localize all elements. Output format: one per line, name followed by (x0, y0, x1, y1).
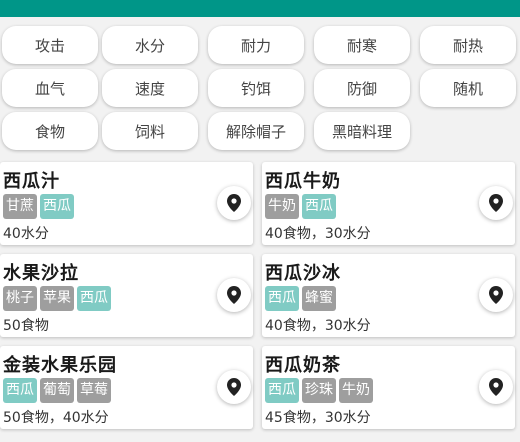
recipe-card[interactable]: 西瓜牛奶 牛奶 西瓜 40食物，30水分 (262, 162, 515, 245)
ingredient-tag: 西瓜 (40, 194, 74, 219)
recipe-effect: 45食物，30水分 (265, 410, 371, 426)
locate-button[interactable] (217, 278, 251, 312)
filter-chip-heat-resist[interactable]: 耐热 (420, 26, 516, 64)
filter-chip-stamina[interactable]: 耐力 (208, 26, 304, 64)
filter-chip-health[interactable]: 血气 (2, 69, 98, 107)
ingredient-tags: 西瓜 葡萄 草莓 (3, 378, 111, 403)
recipe-card[interactable]: 西瓜沙冰 西瓜 蜂蜜 40食物，30水分 (262, 254, 515, 337)
location-pin-icon (227, 378, 241, 396)
ingredient-tag: 珍珠 (302, 378, 336, 403)
recipe-effect: 50食物 (3, 318, 49, 334)
location-pin-icon (227, 194, 241, 212)
filter-chip-water[interactable]: 水分 (102, 26, 198, 64)
locate-button[interactable] (217, 186, 251, 220)
filter-chip-speed[interactable]: 速度 (102, 69, 198, 107)
recipe-name: 西瓜沙冰 (265, 263, 341, 284)
recipe-card[interactable]: 金装水果乐园 西瓜 葡萄 草莓 50食物，40水分 (0, 346, 253, 429)
ingredient-tags: 西瓜 珍珠 牛奶 (265, 378, 373, 403)
recipe-effect: 40水分 (3, 226, 49, 242)
ingredient-tag: 牛奶 (265, 194, 299, 219)
recipe-card[interactable]: 西瓜汁 甘蔗 西瓜 40水分 (0, 162, 253, 245)
ingredient-tag: 西瓜 (3, 378, 37, 403)
ingredient-tags: 甘蔗 西瓜 (3, 194, 74, 219)
filter-chip-cold-resist[interactable]: 耐寒 (314, 26, 410, 64)
ingredient-tag: 苹果 (40, 286, 74, 311)
recipe-name: 西瓜牛奶 (265, 171, 341, 192)
filter-chip-random[interactable]: 随机 (420, 69, 516, 107)
ingredient-tag: 西瓜 (265, 378, 299, 403)
recipe-name: 金装水果乐园 (3, 355, 117, 376)
ingredient-tags: 桃子 苹果 西瓜 (3, 286, 111, 311)
ingredient-tag: 西瓜 (302, 194, 336, 219)
location-pin-icon (227, 286, 241, 304)
filter-chip-feed[interactable]: 饲料 (102, 112, 198, 150)
recipe-card[interactable]: 水果沙拉 桃子 苹果 西瓜 50食物 (0, 254, 253, 337)
ingredient-tag: 蜂蜜 (302, 286, 336, 311)
recipe-name: 西瓜奶茶 (265, 355, 341, 376)
ingredient-tag: 西瓜 (77, 286, 111, 311)
ingredient-tags: 西瓜 蜂蜜 (265, 286, 336, 311)
ingredient-tag: 西瓜 (265, 286, 299, 311)
top-app-bar (0, 0, 520, 17)
location-pin-icon (489, 378, 503, 396)
ingredient-tag: 草莓 (77, 378, 111, 403)
filter-chip-dark-cuisine[interactable]: 黑暗料理 (314, 112, 410, 150)
locate-button[interactable] (479, 370, 513, 404)
ingredient-tag: 牛奶 (339, 378, 373, 403)
filter-chip-food[interactable]: 食物 (2, 112, 98, 150)
recipe-effect: 40食物，30水分 (265, 318, 371, 334)
location-pin-icon (489, 286, 503, 304)
ingredient-tag: 葡萄 (40, 378, 74, 403)
locate-button[interactable] (479, 278, 513, 312)
recipe-effect: 40食物，30水分 (265, 226, 371, 242)
recipe-card[interactable]: 西瓜奶茶 西瓜 珍珠 牛奶 45食物，30水分 (262, 346, 515, 429)
ingredient-tags: 牛奶 西瓜 (265, 194, 336, 219)
recipe-name: 西瓜汁 (3, 171, 60, 192)
filter-chip-defense[interactable]: 防御 (314, 69, 410, 107)
filter-chip-remove-hat[interactable]: 解除帽子 (208, 112, 304, 150)
recipe-name: 水果沙拉 (3, 263, 79, 284)
ingredient-tag: 甘蔗 (3, 194, 37, 219)
locate-button[interactable] (217, 370, 251, 404)
filter-chip-bait[interactable]: 钓饵 (208, 69, 304, 107)
filter-chip-attack[interactable]: 攻击 (2, 26, 98, 64)
recipe-effect: 50食物，40水分 (3, 410, 109, 426)
ingredient-tag: 桃子 (3, 286, 37, 311)
location-pin-icon (489, 194, 503, 212)
locate-button[interactable] (479, 186, 513, 220)
